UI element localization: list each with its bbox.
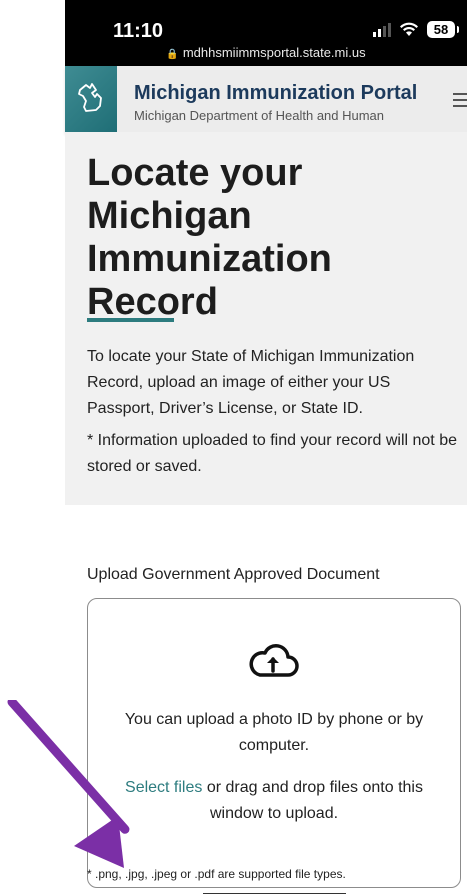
- partial-button-edge: [203, 893, 346, 894]
- lock-icon: 🔒: [166, 49, 179, 60]
- page-description: To locate your State of Michigan Immuniz…: [87, 348, 415, 417]
- hero-section: Locate your Michigan Immunization Record…: [65, 132, 467, 505]
- supported-file-types: * .png, .jpg, .jpeg or .pdf are supporte…: [87, 867, 346, 881]
- title-underline: [87, 318, 174, 322]
- address-bar[interactable]: 🔒 mdhhsmiimmsportal.state.mi.us: [65, 45, 467, 60]
- status-time: 11:10: [113, 20, 164, 42]
- file-dropzone[interactable]: You can upload a photo ID by phone or by…: [87, 598, 461, 888]
- url-text: mdhhsmiimmsportal.state.mi.us: [182, 45, 366, 60]
- hamburger-menu-icon[interactable]: [453, 93, 467, 111]
- upload-drag-instructions: Select files or drag and drop files onto…: [88, 775, 460, 827]
- upload-instructions: You can upload a photo ID by phone or by…: [124, 711, 424, 754]
- status-bar: 11:10 58 🔒 mdhhsmiimmsportal.state.mi.us: [65, 0, 467, 66]
- site-title[interactable]: Michigan Immunization Portal: [134, 82, 417, 105]
- cloud-upload-icon: [249, 644, 299, 677]
- privacy-note: * Information uploaded to find your reco…: [87, 432, 457, 475]
- wifi-icon: [399, 22, 419, 37]
- battery-icon: 58: [427, 21, 459, 38]
- left-margin: [0, 0, 65, 895]
- site-subtitle: Michigan Department of Health and Human: [134, 108, 385, 123]
- select-files-link[interactable]: Select files: [125, 779, 202, 796]
- page-title: Locate your Michigan Immunization Record: [87, 152, 332, 323]
- michigan-logo[interactable]: [65, 66, 117, 132]
- status-icons: 58: [373, 21, 459, 38]
- cellular-signal-icon: [373, 22, 391, 37]
- battery-level: 58: [433, 22, 449, 37]
- site-header: Michigan Immunization Portal Michigan De…: [65, 66, 467, 133]
- upload-label: Upload Government Approved Document: [87, 566, 380, 583]
- drag-drop-text: or drag and drop files onto this window …: [202, 779, 423, 822]
